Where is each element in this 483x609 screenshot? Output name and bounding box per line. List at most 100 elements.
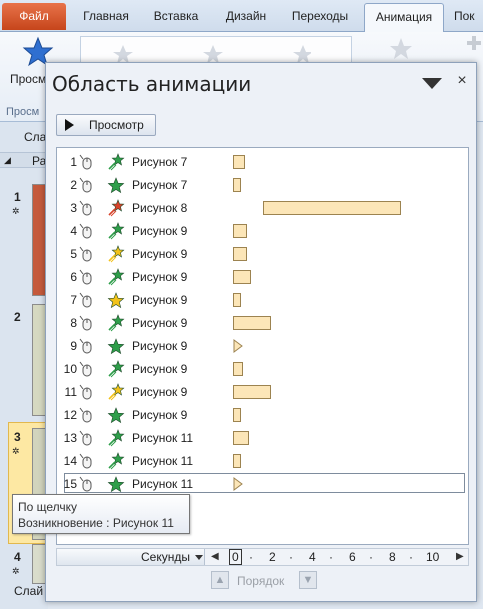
- entrance-green-effect-icon: [108, 314, 125, 332]
- animation-row[interactable]: 8 Рисунок 9: [57, 312, 468, 335]
- animation-target-name: Рисунок 7: [132, 155, 188, 169]
- tab-file[interactable]: Файл: [2, 3, 66, 30]
- timeline-tick-label: 0: [229, 549, 242, 565]
- tab-slideshow[interactable]: Пок: [454, 3, 483, 31]
- entrance-green-effect-icon: [108, 222, 125, 240]
- effect-options-star-icon[interactable]: [388, 36, 414, 62]
- tab-slides[interactable]: Сла: [24, 130, 46, 144]
- timeline-tick-label: 10: [426, 550, 440, 564]
- mouse-click-trigger-icon: [79, 476, 92, 492]
- tab-transitions[interactable]: Переходы: [284, 3, 356, 31]
- animation-row[interactable]: 9 Рисунок 9: [57, 335, 468, 358]
- entrance-green-star-effect-icon: [107, 407, 125, 424]
- mouse-click-trigger-icon: [79, 407, 92, 423]
- timing-marker[interactable]: [233, 477, 243, 491]
- animation-number: 5: [70, 247, 77, 261]
- play-button-label: Просмотр: [89, 118, 144, 132]
- animation-target-name: Рисунок 11: [132, 477, 194, 491]
- tab-home[interactable]: Главная: [76, 3, 136, 31]
- section-header[interactable]: ◢ Ра: [0, 152, 48, 168]
- animation-target-name: Рисунок 9: [132, 339, 188, 353]
- timeline-tick-label: 4: [309, 550, 316, 564]
- preview-button-label[interactable]: Просм: [10, 72, 46, 86]
- ribbon-tabbar: Файл Главная Вставка Дизайн Переходы Ани…: [0, 0, 483, 33]
- animation-number: 12: [63, 408, 77, 422]
- slide-number: 1: [14, 190, 21, 204]
- animation-row[interactable]: 13 Рисунок 11: [57, 427, 468, 450]
- animation-number: 15: [63, 477, 77, 491]
- animation-row[interactable]: 3 Рисунок 8: [57, 197, 468, 220]
- collapse-arrow-icon[interactable]: ◢: [4, 155, 11, 166]
- animation-number: 3: [70, 201, 77, 215]
- slide-number: 3: [14, 430, 21, 444]
- entrance-green-effect-icon: [108, 429, 125, 447]
- add-animation-icon[interactable]: [466, 34, 483, 54]
- timeline-left-arrow-icon[interactable]: ◀: [211, 551, 219, 562]
- timing-bar[interactable]: [233, 362, 243, 376]
- animation-row[interactable]: 15 Рисунок 11: [57, 473, 468, 496]
- timeline-right-arrow-icon[interactable]: ▶: [456, 551, 464, 562]
- timing-bar[interactable]: [263, 201, 401, 215]
- timing-bar[interactable]: [233, 247, 247, 261]
- timeline-minor-tick: ·: [329, 550, 333, 564]
- timing-bar[interactable]: [233, 385, 271, 399]
- timing-bar[interactable]: [233, 178, 241, 192]
- slides-pane: Сла ◢ Ра 1 ✲ 2 3 ✲ 4 ✲ Слай: [0, 122, 48, 609]
- animation-list[interactable]: 1 Рисунок 7 2 Рисунок 7 3 Рисунок 8 4 Рисунок 9…: [56, 147, 469, 545]
- mouse-click-trigger-icon: [79, 177, 92, 193]
- animation-row[interactable]: 10 Рисунок 9: [57, 358, 468, 381]
- timeline-minor-tick: ·: [369, 550, 373, 564]
- timing-bar[interactable]: [233, 224, 247, 238]
- animation-target-name: Рисунок 9: [132, 293, 188, 307]
- slide-animation-star-icon: ✲: [12, 206, 20, 216]
- timing-bar[interactable]: [233, 431, 249, 445]
- animation-row[interactable]: 14 Рисунок 11: [57, 450, 468, 473]
- animation-row[interactable]: 6 Рисунок 9: [57, 266, 468, 289]
- reorder-controls: ▲ Порядок ▼: [211, 571, 321, 591]
- mouse-click-trigger-icon: [79, 384, 92, 400]
- entrance-green-star-effect-icon: [107, 177, 125, 194]
- animation-row[interactable]: 11 Рисунок 9: [57, 381, 468, 404]
- tab-animation[interactable]: Анимация: [364, 3, 444, 33]
- animation-row[interactable]: 2 Рисунок 7: [57, 174, 468, 197]
- animation-number: 14: [63, 454, 77, 468]
- timeline-tick-label: 8: [389, 550, 396, 564]
- pane-menu-dropdown-icon[interactable]: [422, 77, 442, 91]
- animation-row[interactable]: 7 Рисунок 9: [57, 289, 468, 312]
- mouse-click-trigger-icon: [79, 338, 92, 354]
- emphasis-yellow-effect-icon: [108, 245, 125, 263]
- seconds-dropdown[interactable]: Секунды: [57, 549, 205, 565]
- timeline-bar: Секунды ◀ 0 · 2 · 4 · 6 · 8 · 10 ▶: [56, 548, 469, 566]
- slide-number: 4: [14, 550, 21, 564]
- tab-insert[interactable]: Вставка: [144, 3, 208, 31]
- timing-bar[interactable]: [233, 270, 251, 284]
- slide-animation-star-icon: ✲: [12, 446, 20, 456]
- animation-target-name: Рисунок 9: [132, 408, 188, 422]
- animation-target-name: Рисунок 7: [132, 178, 188, 192]
- play-button[interactable]: Просмотр: [56, 114, 156, 136]
- animation-row[interactable]: 1 Рисунок 7: [57, 151, 468, 174]
- animation-row[interactable]: 12 Рисунок 9: [57, 404, 468, 427]
- animation-number: 7: [70, 293, 77, 307]
- entrance-green-effect-icon: [108, 153, 125, 171]
- timing-bar[interactable]: [233, 316, 271, 330]
- move-down-icon[interactable]: ▼: [299, 571, 317, 589]
- move-up-icon[interactable]: ▲: [211, 571, 229, 589]
- timeline-minor-tick: ·: [289, 550, 293, 564]
- animation-row[interactable]: 5 Рисунок 9: [57, 243, 468, 266]
- animation-number: 4: [70, 224, 77, 238]
- timing-bar[interactable]: [233, 155, 245, 169]
- animation-row[interactable]: 4 Рисунок 9: [57, 220, 468, 243]
- timing-bar[interactable]: [233, 454, 241, 468]
- timing-marker[interactable]: [233, 339, 243, 353]
- timing-bar[interactable]: [233, 293, 241, 307]
- mouse-click-trigger-icon: [79, 246, 92, 262]
- animation-number: 13: [63, 431, 77, 445]
- close-icon[interactable]: ×: [454, 71, 470, 91]
- tab-design[interactable]: Дизайн: [218, 3, 274, 31]
- animation-number: 10: [63, 362, 77, 376]
- timeline-tick-label: 2: [269, 550, 276, 564]
- tooltip-trigger: По щелчку: [18, 500, 78, 514]
- timing-bar[interactable]: [233, 408, 241, 422]
- entrance-green-star-effect-icon: [107, 338, 125, 355]
